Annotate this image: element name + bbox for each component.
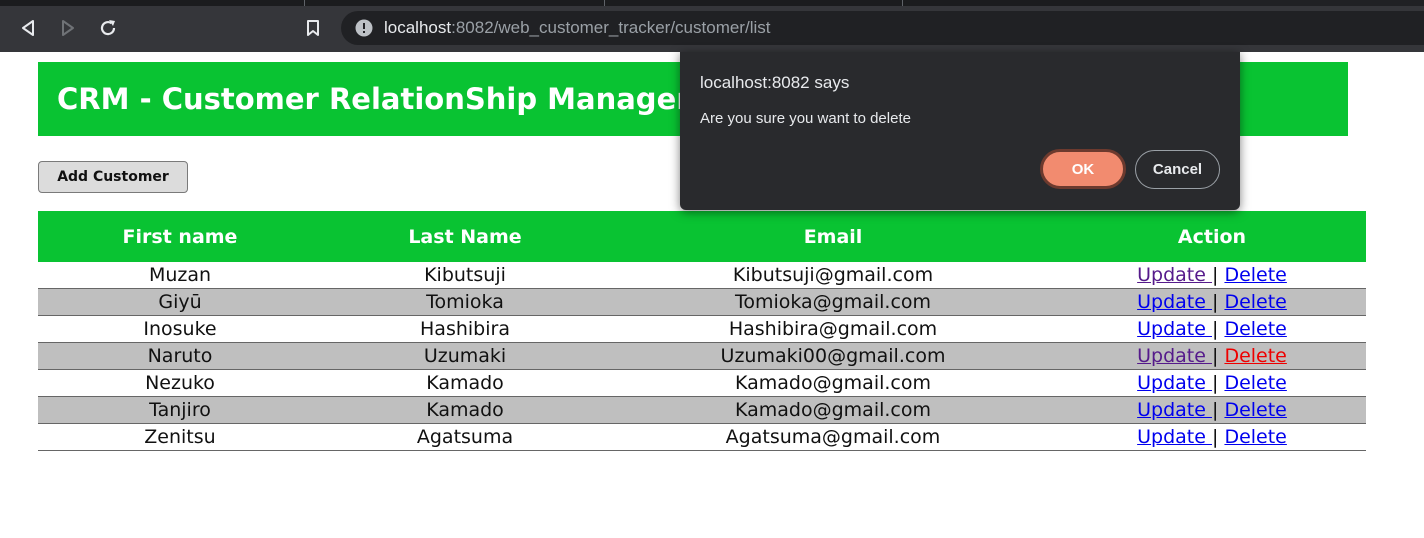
delete-link[interactable]: Delete bbox=[1224, 345, 1286, 367]
first-name-cell: Naruto bbox=[38, 342, 322, 370]
last-name-cell: Agatsuma bbox=[322, 423, 608, 451]
delete-link[interactable]: Delete bbox=[1224, 426, 1286, 448]
action-separator: | bbox=[1211, 399, 1219, 421]
action-cell: Update | Delete bbox=[1058, 396, 1366, 424]
email-cell: Hashibira@gmail.com bbox=[608, 315, 1058, 343]
delete-link[interactable]: Delete bbox=[1224, 372, 1286, 394]
confirm-dialog: localhost:8082 says Are you sure you wan… bbox=[680, 52, 1240, 210]
reload-icon bbox=[100, 20, 116, 36]
update-link[interactable]: Update bbox=[1137, 291, 1212, 313]
email-cell: Kamado@gmail.com bbox=[608, 369, 1058, 397]
table-row: Nezuko Kamado Kamado@gmail.com Update | … bbox=[38, 369, 1366, 397]
email-cell: Agatsuma@gmail.com bbox=[608, 423, 1058, 451]
delete-link[interactable]: Delete bbox=[1224, 399, 1286, 421]
update-link[interactable]: Update bbox=[1137, 372, 1212, 394]
first-name-cell: Inosuke bbox=[38, 315, 322, 343]
header-action: Action bbox=[1058, 211, 1366, 262]
first-name-cell: Giyū bbox=[38, 288, 322, 316]
url-host: localhost bbox=[384, 18, 452, 37]
table-row: Tanjiro Kamado Kamado@gmail.com Update |… bbox=[38, 396, 1366, 424]
table-header-row: First name Last Name Email Action bbox=[38, 211, 1366, 262]
table-row: Muzan Kibutsuji Kibutsuji@gmail.com Upda… bbox=[38, 262, 1366, 289]
back-button[interactable] bbox=[15, 15, 41, 41]
browser-toolbar: localhost:8082/web_customer_tracker/cust… bbox=[0, 0, 1424, 52]
action-cell: Update | Delete bbox=[1058, 369, 1366, 397]
page-title: CRM - Customer RelationShip Manager bbox=[57, 82, 691, 116]
table-row: Naruto Uzumaki Uzumaki00@gmail.com Updat… bbox=[38, 342, 1366, 370]
update-link[interactable]: Update bbox=[1137, 426, 1212, 448]
update-link[interactable]: Update bbox=[1137, 318, 1212, 340]
table-row: Zenitsu Agatsuma Agatsuma@gmail.com Upda… bbox=[38, 423, 1366, 451]
action-separator: | bbox=[1211, 426, 1219, 448]
header-email: Email bbox=[608, 211, 1058, 262]
reload-button[interactable] bbox=[95, 15, 121, 41]
first-name-cell: Tanjiro bbox=[38, 396, 322, 424]
first-name-cell: Muzan bbox=[38, 262, 322, 289]
info-icon[interactable] bbox=[355, 19, 373, 37]
action-cell: Update | Delete bbox=[1058, 315, 1366, 343]
delete-link[interactable]: Delete bbox=[1224, 318, 1286, 340]
last-name-cell: Tomioka bbox=[322, 288, 608, 316]
back-icon bbox=[22, 20, 34, 36]
table-row: Giyū Tomioka Tomioka@gmail.com Update | … bbox=[38, 288, 1366, 316]
email-cell: Uzumaki00@gmail.com bbox=[608, 342, 1058, 370]
last-name-cell: Kamado bbox=[322, 369, 608, 397]
last-name-cell: Kibutsuji bbox=[322, 262, 608, 289]
cancel-button[interactable]: Cancel bbox=[1135, 150, 1220, 189]
email-cell: Tomioka@gmail.com bbox=[608, 288, 1058, 316]
forward-button[interactable] bbox=[55, 15, 81, 41]
action-cell: Update | Delete bbox=[1058, 423, 1366, 451]
last-name-cell: Kamado bbox=[322, 396, 608, 424]
action-cell: Update | Delete bbox=[1058, 262, 1366, 289]
last-name-cell: Hashibira bbox=[322, 315, 608, 343]
email-cell: Kibutsuji@gmail.com bbox=[608, 262, 1058, 289]
action-separator: | bbox=[1211, 291, 1219, 313]
action-separator: | bbox=[1211, 345, 1219, 367]
update-link[interactable]: Update bbox=[1137, 264, 1212, 286]
ok-button[interactable]: OK bbox=[1040, 149, 1126, 189]
email-cell: Kamado@gmail.com bbox=[608, 396, 1058, 424]
url-path: :8082/web_customer_tracker/customer/list bbox=[451, 18, 771, 37]
address-bar[interactable]: localhost:8082/web_customer_tracker/cust… bbox=[341, 11, 1424, 45]
action-separator: | bbox=[1211, 372, 1219, 394]
delete-link[interactable]: Delete bbox=[1224, 291, 1286, 313]
table-row: Inosuke Hashibira Hashibira@gmail.com Up… bbox=[38, 315, 1366, 343]
header-first-name: First name bbox=[38, 211, 322, 262]
bookmark-icon bbox=[307, 20, 319, 36]
customer-table: First name Last Name Email Action Muzan … bbox=[38, 211, 1366, 451]
tab-strip bbox=[0, 0, 1424, 6]
add-customer-button[interactable]: Add Customer bbox=[38, 161, 188, 193]
action-separator: | bbox=[1211, 318, 1219, 340]
first-name-cell: Nezuko bbox=[38, 369, 322, 397]
update-link[interactable]: Update bbox=[1137, 399, 1212, 421]
header-last-name: Last Name bbox=[322, 211, 608, 262]
delete-link[interactable]: Delete bbox=[1224, 264, 1286, 286]
action-separator: | bbox=[1211, 264, 1219, 286]
forward-icon bbox=[62, 20, 74, 36]
bookmark-button[interactable] bbox=[300, 15, 326, 41]
update-link[interactable]: Update bbox=[1137, 345, 1212, 367]
action-cell: Update | Delete bbox=[1058, 288, 1366, 316]
dialog-message: Are you sure you want to delete bbox=[700, 110, 911, 127]
action-cell: Update | Delete bbox=[1058, 342, 1366, 370]
first-name-cell: Zenitsu bbox=[38, 423, 322, 451]
last-name-cell: Uzumaki bbox=[322, 342, 608, 370]
url-text: localhost:8082/web_customer_tracker/cust… bbox=[384, 18, 770, 38]
dialog-title: localhost:8082 says bbox=[700, 73, 850, 92]
